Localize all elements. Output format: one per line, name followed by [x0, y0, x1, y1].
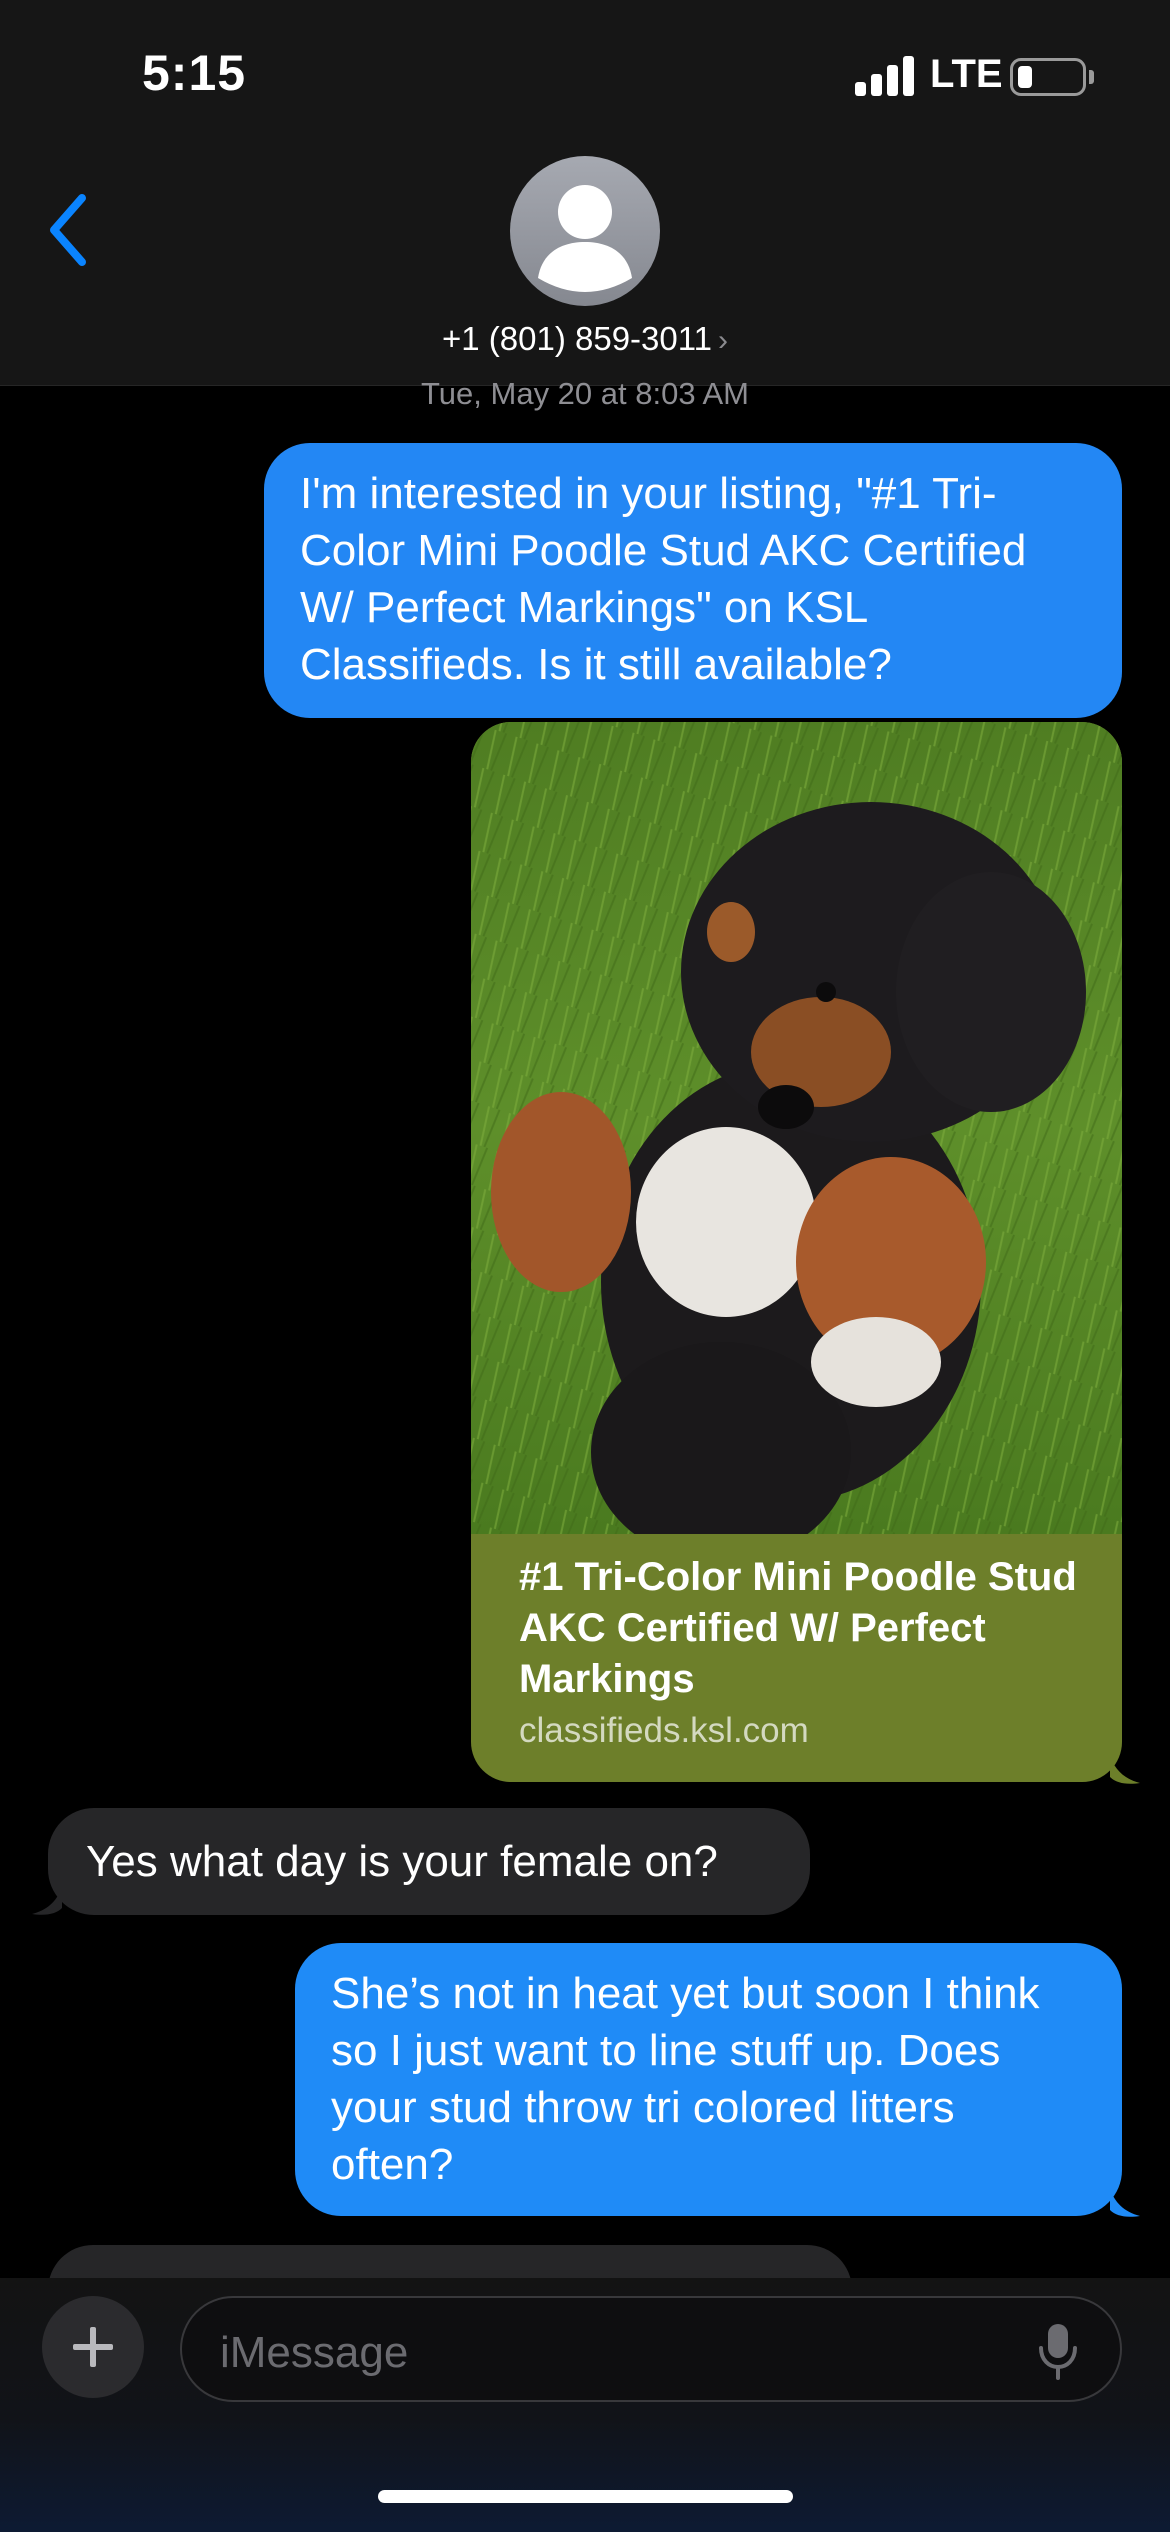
link-title: #1 Tri-Color Mini Poodle Stud AKC Certif… — [519, 1555, 1077, 1701]
link-domain: classifieds.ksl.com — [519, 1711, 809, 1750]
link-preview-text: #1 Tri-Color Mini Poodle Stud AKC Certif… — [519, 1552, 1099, 1751]
chevron-left-icon[interactable] — [44, 190, 94, 270]
contact-name-button[interactable]: +1 (801) 859-3011 › — [0, 320, 1170, 358]
bubble-tail — [1110, 1755, 1140, 1784]
message-text: She’s not in heat yet but soon I think s… — [331, 1969, 1040, 2189]
message-text: I'm interested in your listing, "#1 Tri-… — [300, 469, 1027, 689]
message-timestamp: Tue, May 20 at 8:03 AM — [421, 376, 749, 411]
received-message-bubble[interactable]: Yes what day is your female on? — [48, 1808, 810, 1915]
bubble-tail — [32, 1886, 62, 1915]
sent-message-bubble[interactable]: I'm interested in your listing, "#1 Tri-… — [264, 443, 1122, 718]
contact-number: +1 (801) 859-3011 — [441, 320, 712, 357]
message-text: Yes what day is your female on? — [86, 1837, 718, 1886]
plus-icon[interactable] — [42, 2296, 144, 2398]
status-bar: 5:15 LTE — [0, 0, 1170, 150]
battery-tip — [1089, 70, 1094, 84]
battery-icon — [1010, 58, 1086, 96]
home-indicator — [378, 2490, 793, 2503]
contact-avatar[interactable] — [510, 156, 660, 306]
message-input-placeholder: iMessage — [220, 2328, 409, 2377]
microphone-icon[interactable] — [1036, 2322, 1080, 2382]
conversation-header: +1 (801) 859-3011 › — [0, 150, 1170, 386]
link-preview-card[interactable]: #1 Tri-Color Mini Poodle Stud AKC Certif… — [471, 722, 1122, 1782]
chevron-right-icon: › — [718, 324, 728, 357]
message-input[interactable]: iMessage — [180, 2296, 1122, 2402]
person-icon — [538, 185, 632, 292]
signal-strength-icon — [855, 56, 915, 96]
status-time: 5:15 — [142, 45, 247, 101]
poodle-photo — [471, 722, 1122, 1534]
network-type: LTE — [930, 52, 1003, 96]
bubble-tail — [1110, 2188, 1140, 2217]
sent-message-bubble[interactable]: She’s not in heat yet but soon I think s… — [295, 1943, 1122, 2216]
